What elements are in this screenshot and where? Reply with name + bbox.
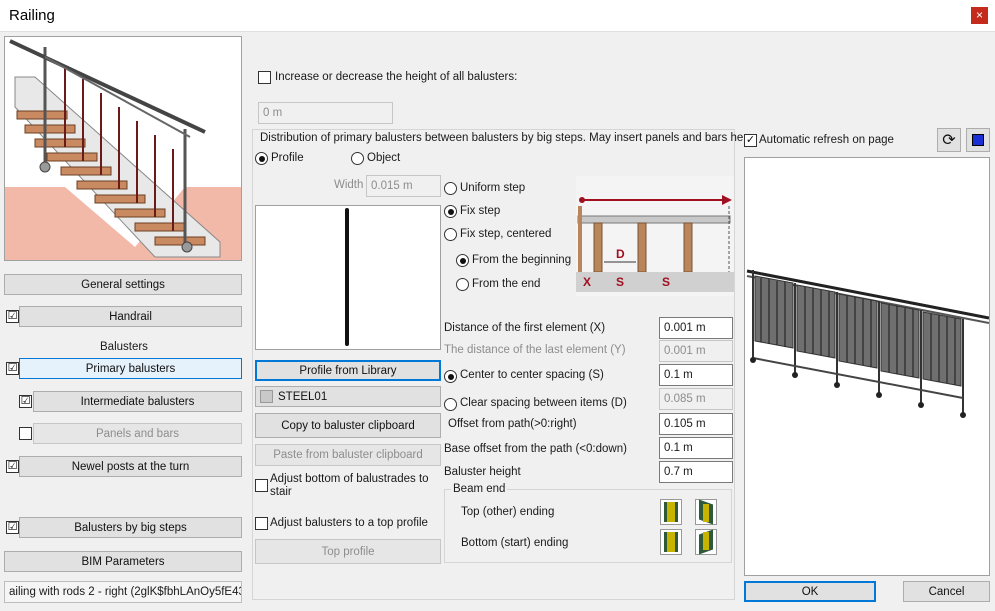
last-element-label: The distance of the last element (Y): [444, 344, 626, 356]
width-label: Width: [334, 179, 364, 191]
object-radio[interactable]: [351, 152, 364, 165]
balusters-big-steps-checkbox[interactable]: ☑: [6, 521, 19, 534]
baluster-height-field[interactable]: 0.7 m: [659, 461, 733, 483]
refresh-icon[interactable]: ⟳: [937, 128, 961, 152]
adjust-top-checkbox[interactable]: [255, 517, 268, 530]
window-title: Railing: [9, 7, 55, 24]
fix-step-centered-label: Fix step, centered: [460, 228, 552, 240]
balusters-big-steps-button[interactable]: Balusters by big steps: [19, 517, 242, 538]
3d-railing-illustration: [746, 269, 990, 418]
top-ending-square-icon[interactable]: [660, 499, 682, 525]
profile-rod-shape: [345, 208, 349, 346]
balusters-header: Balusters: [100, 341, 148, 353]
base-offset-field[interactable]: 0.1 m: [659, 437, 733, 459]
step-diagram-svg: [576, 195, 734, 292]
adjust-bottom-label: Adjust bottom of balustrades to stair: [270, 473, 429, 498]
primary-balusters-checkbox[interactable]: ☑: [6, 362, 19, 375]
adjust-top-label: Adjust balusters to a top profile: [270, 517, 428, 529]
profile-radio[interactable]: [255, 152, 268, 165]
diagram-label-x: X: [583, 275, 592, 289]
diagram-label-s2: S: [662, 275, 671, 289]
from-beginning-label: From the beginning: [472, 254, 572, 266]
stair-railing-illustration: [5, 39, 241, 260]
newel-posts-checkbox[interactable]: ☑: [6, 460, 19, 473]
close-button[interactable]: ×: [971, 7, 988, 24]
3d-preview: [744, 157, 990, 576]
bim-parameters-button[interactable]: BIM Parameters: [4, 551, 242, 572]
diagram-label-s1: S: [616, 275, 625, 289]
height-change-field[interactable]: 0 m: [258, 102, 393, 124]
baluster-height-label: Baluster height: [444, 466, 521, 478]
first-element-label: Distance of the first element (X): [444, 322, 606, 334]
from-end-label: From the end: [472, 278, 541, 290]
3d-view-icon[interactable]: [966, 128, 990, 152]
ok-button[interactable]: OK: [744, 581, 876, 602]
primary-balusters-button[interactable]: Primary balusters: [19, 358, 242, 379]
adjust-bottom-checkbox[interactable]: [255, 479, 268, 492]
offset-path-label: Offset from path(>0:right): [448, 418, 577, 430]
bottom-ending-angled-icon[interactable]: [695, 529, 717, 555]
increase-height-label: Increase or decrease the height of all b…: [275, 71, 518, 83]
center-spacing-field[interactable]: 0.1 m: [659, 364, 733, 386]
object-radio-label: Object: [367, 152, 401, 164]
last-element-field[interactable]: 0.001 m: [659, 340, 733, 362]
bottom-ending-square-icon[interactable]: [660, 529, 682, 555]
base-offset-label: Base offset from the path (<0:down): [444, 443, 627, 455]
beam-end-group: [444, 489, 732, 563]
handrail-checkbox[interactable]: ☑: [6, 310, 19, 323]
material-button[interactable]: STEEL01: [255, 386, 441, 407]
fix-step-label: Fix step: [460, 205, 501, 217]
first-element-field[interactable]: 0.001 m: [659, 317, 733, 339]
from-beginning-radio[interactable]: [456, 254, 469, 267]
diagram-label-d: D: [616, 247, 625, 261]
fix-step-centered-radio[interactable]: [444, 228, 457, 241]
fix-step-radio[interactable]: [444, 205, 457, 218]
newel-posts-button[interactable]: Newel posts at the turn: [19, 456, 242, 477]
profile-preview: [255, 205, 441, 350]
center-spacing-label: Center to center spacing (S): [460, 369, 604, 381]
intermediate-balusters-checkbox[interactable]: ☑: [19, 395, 32, 408]
panels-and-bars-button[interactable]: Panels and bars: [33, 423, 242, 444]
panels-and-bars-checkbox[interactable]: [19, 427, 32, 440]
top-ending-angled-icon[interactable]: [695, 499, 717, 525]
increase-height-checkbox[interactable]: [258, 71, 271, 84]
material-name: STEEL01: [278, 390, 328, 403]
auto-refresh-label: Automatic refresh on page: [759, 134, 894, 146]
title-bar: [0, 0, 995, 32]
profile-from-library-button[interactable]: Profile from Library: [255, 360, 441, 381]
center-spacing-radio[interactable]: [444, 370, 457, 383]
uniform-step-radio[interactable]: [444, 182, 457, 195]
clear-spacing-radio[interactable]: [444, 398, 457, 411]
clear-spacing-field[interactable]: 0.085 m: [659, 388, 733, 410]
beam-end-title: Beam end: [451, 483, 508, 495]
copy-to-clipboard-button[interactable]: Copy to baluster clipboard: [255, 413, 441, 438]
paste-from-clipboard-button[interactable]: Paste from baluster clipboard: [255, 444, 441, 466]
width-field[interactable]: 0.015 m: [366, 175, 441, 197]
material-swatch-icon: [260, 390, 273, 403]
profile-radio-label: Profile: [271, 152, 304, 164]
distribution-title: Distribution of primary balusters betwee…: [260, 132, 754, 144]
auto-refresh-checkbox[interactable]: ✓: [744, 134, 757, 147]
step-diagram: D X S S: [576, 176, 734, 296]
offset-path-field[interactable]: 0.105 m: [659, 413, 733, 435]
clear-spacing-label: Clear spacing between items (D): [460, 397, 627, 409]
cancel-button[interactable]: Cancel: [903, 581, 990, 602]
top-ending-label: Top (other) ending: [461, 506, 555, 518]
intermediate-balusters-button[interactable]: Intermediate balusters: [33, 391, 242, 412]
handrail-button[interactable]: Handrail: [19, 306, 242, 327]
stair-preview: [4, 36, 242, 261]
from-end-radio[interactable]: [456, 278, 469, 291]
uniform-step-label: Uniform step: [460, 182, 526, 194]
top-profile-button[interactable]: Top profile: [255, 539, 441, 564]
general-settings-button[interactable]: General settings: [4, 274, 242, 295]
bottom-ending-label: Bottom (start) ending: [461, 537, 569, 549]
railing-name-field[interactable]: ailing with rods 2 - right (2glK$fbhLAnO…: [4, 581, 242, 603]
